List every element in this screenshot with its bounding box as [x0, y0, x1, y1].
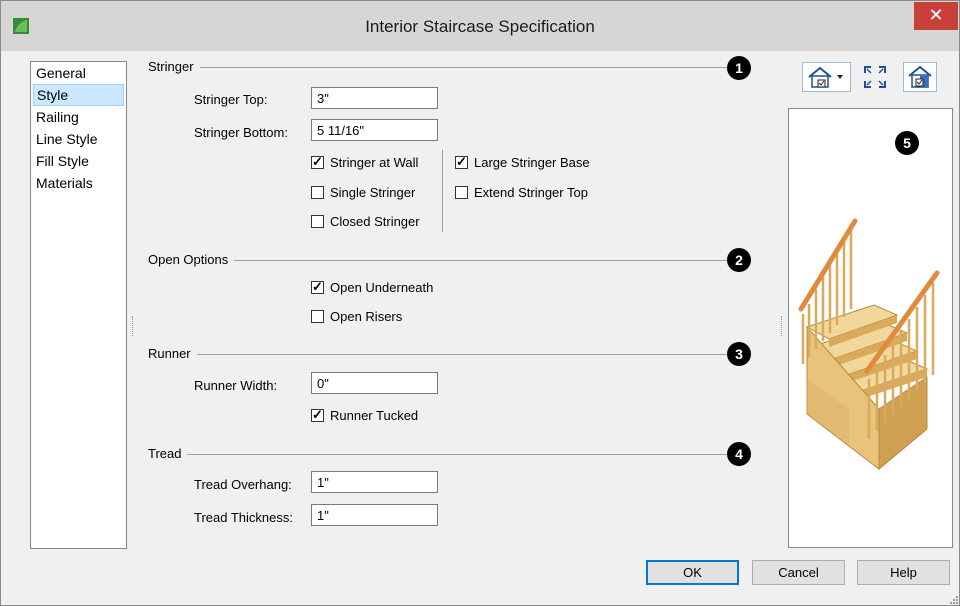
category-style[interactable]: Style: [33, 84, 124, 106]
callout-3-badge: 3: [727, 342, 751, 366]
preview-pane[interactable]: 5: [788, 108, 953, 548]
help-button[interactable]: Help: [857, 560, 950, 585]
camera-house-icon: [908, 65, 932, 88]
camera-view-button[interactable]: [903, 62, 937, 92]
checkbox-label: Extend Stringer Top: [474, 185, 588, 200]
stringer-bottom-label: Stringer Bottom:: [194, 125, 288, 140]
category-general[interactable]: General: [31, 62, 126, 84]
dialog-window: Interior Staircase Specification ✕ Gener…: [0, 0, 960, 606]
checkbox-empty-icon: [455, 186, 468, 199]
callout-4-badge: 4: [727, 442, 751, 466]
checkbox-group-separator: [442, 150, 443, 232]
category-list: General Style Railing Line Style Fill St…: [30, 61, 127, 549]
fill-window-button[interactable]: [860, 62, 890, 92]
checkbox-checked-icon: [311, 407, 324, 423]
stringer-heading: Stringer: [148, 59, 200, 74]
checkbox-label: Open Risers: [330, 309, 403, 324]
view-type-dropdown-button[interactable]: [802, 62, 851, 92]
resize-grip-icon[interactable]: [948, 594, 958, 604]
checkbox-label: Closed Stringer: [330, 214, 420, 229]
checkbox-label: Open Underneath: [330, 280, 434, 295]
large-stringer-base-checkbox[interactable]: Large Stringer Base: [455, 154, 590, 170]
left-splitter-grip[interactable]: [132, 316, 134, 336]
checkbox-empty-icon: [311, 310, 324, 323]
open-options-divider: [149, 260, 739, 261]
checkbox-checked-icon: [311, 279, 324, 295]
checkbox-checked-icon: [455, 154, 468, 170]
closed-stringer-checkbox[interactable]: Closed Stringer: [311, 214, 420, 229]
tread-divider: [149, 454, 739, 455]
checkbox-checked-icon: [311, 154, 324, 170]
checkbox-empty-icon: [311, 186, 324, 199]
tread-thickness-label: Tread Thickness:: [194, 510, 293, 525]
category-materials[interactable]: Materials: [31, 172, 126, 194]
runner-width-input[interactable]: [311, 372, 438, 394]
checkbox-label: Runner Tucked: [330, 408, 419, 423]
runner-width-label: Runner Width:: [194, 378, 278, 393]
house-view-icon: [808, 66, 843, 88]
runner-divider: [149, 354, 739, 355]
close-button[interactable]: ✕: [914, 2, 958, 30]
open-underneath-checkbox[interactable]: Open Underneath: [311, 279, 434, 295]
open-options-heading: Open Options: [148, 252, 235, 267]
category-fill-style[interactable]: Fill Style: [31, 150, 126, 172]
checkbox-label: Stringer at Wall: [330, 155, 419, 170]
staircase-preview-image: [798, 218, 940, 471]
single-stringer-checkbox[interactable]: Single Stringer: [311, 185, 415, 200]
dialog-title: Interior Staircase Specification: [365, 17, 595, 36]
runner-tucked-checkbox[interactable]: Runner Tucked: [311, 407, 419, 423]
runner-heading: Runner: [148, 346, 197, 361]
callout-2-badge: 2: [727, 248, 751, 272]
checkbox-label: Single Stringer: [330, 185, 416, 200]
tread-thickness-input[interactable]: [311, 504, 438, 526]
cancel-button[interactable]: Cancel: [752, 560, 845, 585]
fit-view-icon: [864, 66, 886, 88]
stringer-bottom-input[interactable]: [311, 119, 438, 141]
extend-stringer-top-checkbox[interactable]: Extend Stringer Top: [455, 185, 588, 200]
tread-overhang-input[interactable]: [311, 471, 438, 493]
stringer-top-label: Stringer Top:: [194, 92, 268, 107]
tread-heading: Tread: [148, 446, 188, 461]
callout-1-badge: 1: [727, 56, 751, 80]
dialog-body: General Style Railing Line Style Fill St…: [9, 51, 953, 597]
category-railing[interactable]: Railing: [31, 106, 126, 128]
category-line-style[interactable]: Line Style: [31, 128, 126, 150]
right-splitter-grip[interactable]: [781, 316, 783, 336]
open-risers-checkbox[interactable]: Open Risers: [311, 309, 402, 324]
checkbox-empty-icon: [311, 215, 324, 228]
stringer-at-wall-checkbox[interactable]: Stringer at Wall: [311, 154, 419, 170]
stringer-divider: [149, 67, 739, 68]
title-bar: Interior Staircase Specification ✕: [1, 1, 959, 51]
checkbox-label: Large Stringer Base: [474, 155, 590, 170]
ok-button[interactable]: OK: [646, 560, 739, 585]
tread-overhang-label: Tread Overhang:: [194, 477, 292, 492]
stringer-top-input[interactable]: [311, 87, 438, 109]
